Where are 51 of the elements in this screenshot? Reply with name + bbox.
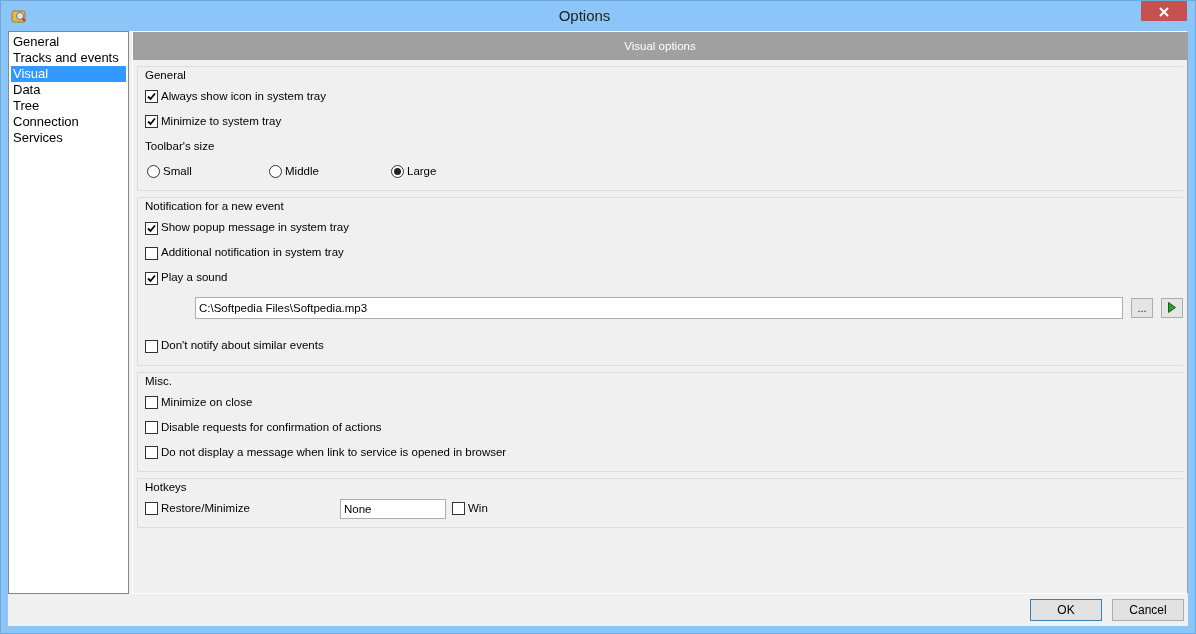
checkbox[interactable] <box>145 90 158 104</box>
sidebar-item[interactable]: General <box>11 34 126 50</box>
sidebar-item[interactable]: Services <box>11 130 126 146</box>
dialog-button[interactable]: Cancel <box>1112 599 1184 621</box>
group-title: Notification for a new event <box>145 199 284 214</box>
panel-header: Visual options <box>133 32 1187 60</box>
checkbox[interactable] <box>145 420 158 434</box>
close-icon <box>1159 7 1169 18</box>
checkbox-label: Show popup message in system tray <box>161 220 349 236</box>
checkbox[interactable] <box>145 502 158 515</box>
app-icon <box>10 8 28 24</box>
sidebar-item[interactable]: Data <box>11 82 126 98</box>
window-title: Options <box>558 6 611 24</box>
checkbox[interactable] <box>145 271 158 285</box>
checkbox-label: Minimize to system tray <box>161 114 282 130</box>
checkbox-label: Additional notification in system tray <box>161 245 344 261</box>
checkbox[interactable] <box>145 115 158 129</box>
dialog-button[interactable]: OK <box>1030 599 1102 621</box>
checkbox-label: Always show icon in system tray <box>161 89 326 105</box>
close-button[interactable] <box>1141 1 1187 21</box>
group-title: Hotkeys <box>145 479 187 494</box>
checkbox-label: Disable requests for confirmation of actions <box>161 419 382 435</box>
checkbox-label: Minimize on close <box>161 394 253 410</box>
radio-button[interactable] <box>147 165 160 179</box>
field-label: Toolbar's size <box>145 139 215 155</box>
radio-label: Small <box>163 164 192 180</box>
checkbox[interactable] <box>452 502 465 515</box>
checkbox-label: Don't notify about similar events <box>161 338 324 354</box>
checkbox-label: Do not display a message when link to service is opened in browser <box>161 444 507 460</box>
checkbox[interactable] <box>145 221 158 235</box>
play-button[interactable] <box>1161 297 1183 318</box>
checkbox-label: Restore/Minimize <box>161 500 251 516</box>
radio-label: Middle <box>285 164 319 180</box>
group-title: General <box>145 68 186 82</box>
checkbox-label: Win <box>468 500 488 516</box>
sidebar-item[interactable]: Tracks and events <box>11 50 126 66</box>
play-icon <box>1168 302 1176 313</box>
browse-button[interactable]: ... <box>1131 297 1153 318</box>
checkbox[interactable] <box>145 395 158 409</box>
group-title: Misc. <box>145 373 172 388</box>
radio-button[interactable] <box>391 165 404 179</box>
checkbox[interactable] <box>145 246 158 260</box>
checkbox[interactable] <box>145 339 158 353</box>
hotkey-field[interactable]: None <box>340 498 446 519</box>
radio-button[interactable] <box>269 165 282 179</box>
checkbox[interactable] <box>145 445 158 459</box>
sidebar-item[interactable]: Tree <box>11 98 126 114</box>
radio-label: Large <box>407 164 437 180</box>
checkbox-label: Play a sound <box>161 270 228 286</box>
file-path-field[interactable]: C:\Softpedia Files\Softpedia.mp3 <box>195 296 1123 319</box>
sidebar-item[interactable]: Connection <box>11 114 126 130</box>
